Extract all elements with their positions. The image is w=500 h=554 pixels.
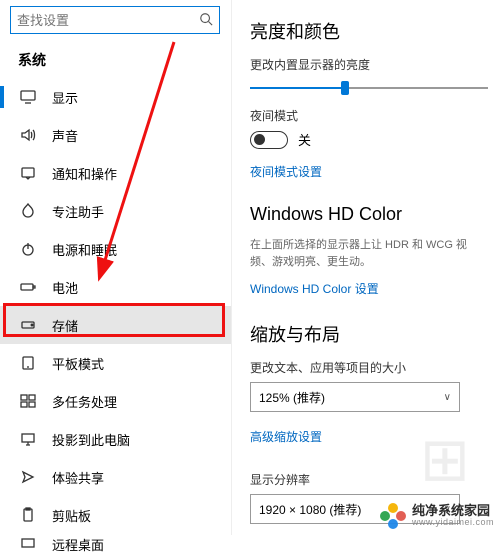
sidebar-item-display[interactable]: 显示	[0, 78, 231, 116]
sidebar-item-clipboard[interactable]: 剪贴板	[0, 496, 231, 534]
nav-label: 专注助手	[52, 202, 104, 221]
hd-settings-link[interactable]: Windows HD Color 设置	[250, 280, 379, 297]
sidebar-item-tablet[interactable]: 平板模式	[0, 344, 231, 382]
section-title-hd: Windows HD Color	[250, 204, 488, 225]
text-size-label: 更改文本、应用等项目的大小	[250, 359, 488, 376]
sidebar-item-power[interactable]: 电源和睡眠	[0, 230, 231, 268]
sidebar-item-shared[interactable]: 体验共享	[0, 458, 231, 496]
resolution-value: 1920 × 1080 (推荐)	[259, 501, 361, 518]
watermark: 纯净系统家园 www.yidaimei.com	[380, 503, 494, 529]
nav-label: 多任务处理	[52, 392, 117, 411]
advanced-scaling-link[interactable]: 高级缩放设置	[250, 428, 322, 445]
brightness-slider[interactable]	[250, 79, 488, 97]
nav-label: 体验共享	[52, 468, 104, 487]
display-icon	[18, 87, 38, 107]
settings-sidebar: 系统 显示 声音 通知和操作 专注助手 电源和睡眠	[0, 0, 232, 535]
battery-icon	[18, 277, 38, 297]
sidebar-item-sound[interactable]: 声音	[0, 116, 231, 154]
text-size-select[interactable]: 125% (推荐) ∨	[250, 382, 460, 412]
nav-label: 投影到此电脑	[52, 430, 130, 449]
night-mode-state: 关	[298, 130, 311, 149]
nav-label: 剪贴板	[52, 506, 91, 525]
power-icon	[18, 239, 38, 259]
watermark-url: www.yidaimei.com	[412, 518, 494, 528]
nav-label: 平板模式	[52, 354, 104, 373]
text-size-value: 125% (推荐)	[259, 389, 325, 406]
watermark-logo-icon	[380, 503, 406, 529]
sidebar-item-storage[interactable]: 存储	[0, 306, 231, 344]
sidebar-item-multitask[interactable]: 多任务处理	[0, 382, 231, 420]
sound-icon	[18, 125, 38, 145]
main-panel: 亮度和颜色 更改内置显示器的亮度 夜间模式 关 夜间模式设置 Windows H…	[232, 0, 500, 535]
nav-label: 电源和睡眠	[52, 240, 117, 259]
night-mode-label: 夜间模式	[250, 107, 488, 124]
search-input[interactable]	[17, 13, 199, 28]
share-icon	[18, 467, 38, 487]
sidebar-item-focus[interactable]: 专注助手	[0, 192, 231, 230]
category-title: 系统	[0, 42, 231, 78]
sidebar-item-remote[interactable]: 远程桌面	[0, 534, 231, 554]
section-title-scale: 缩放与布局	[250, 321, 488, 347]
resolution-label: 显示分辨率	[250, 471, 488, 488]
clipboard-icon	[18, 505, 38, 525]
watermark-name: 纯净系统家园	[412, 504, 494, 518]
notifications-icon	[18, 163, 38, 183]
search-icon	[199, 12, 213, 29]
night-mode-toggle[interactable]	[250, 131, 288, 149]
multitask-icon	[18, 391, 38, 411]
tablet-icon	[18, 353, 38, 373]
nav-label: 远程桌面	[52, 535, 104, 554]
sidebar-item-battery[interactable]: 电池	[0, 268, 231, 306]
nav-label: 存储	[52, 316, 78, 335]
section-title-brightness: 亮度和颜色	[250, 18, 488, 44]
nav-label: 通知和操作	[52, 164, 117, 183]
nav-label: 显示	[52, 88, 78, 107]
nav-list: 显示 声音 通知和操作 专注助手 电源和睡眠 电池	[0, 78, 231, 554]
hd-description: 在上面所选择的显示器上让 HDR 和 WCG 视频、游戏明亮、更生动。	[250, 237, 488, 270]
focus-icon	[18, 201, 38, 221]
sidebar-item-project[interactable]: 投影到此电脑	[0, 420, 231, 458]
project-icon	[18, 429, 38, 449]
chevron-down-icon: ∨	[444, 392, 451, 403]
storage-icon	[18, 315, 38, 335]
sidebar-item-notifications[interactable]: 通知和操作	[0, 154, 231, 192]
remote-icon	[18, 534, 38, 554]
brightness-slider-label: 更改内置显示器的亮度	[250, 56, 488, 73]
nav-label: 声音	[52, 126, 78, 145]
nav-label: 电池	[52, 278, 78, 297]
night-mode-settings-link[interactable]: 夜间模式设置	[250, 163, 322, 180]
search-box[interactable]	[10, 6, 220, 34]
